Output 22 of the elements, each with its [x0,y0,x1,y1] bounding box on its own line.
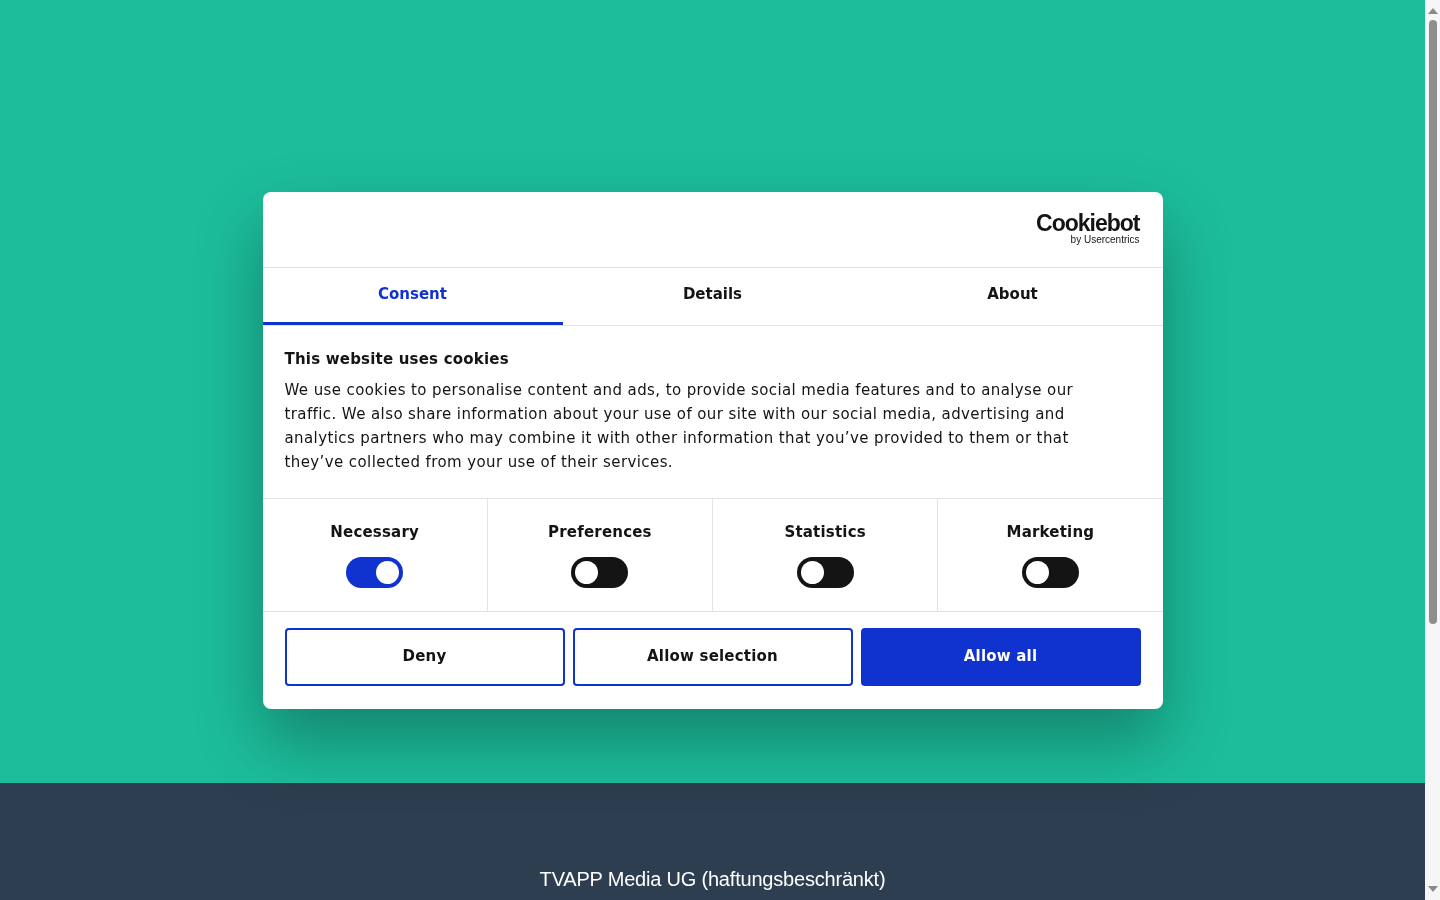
category-label: Statistics [784,521,866,543]
scroll-up-icon[interactable] [1427,8,1438,14]
toggle-switch[interactable] [346,556,404,588]
consent-description: We use cookies to personalise content and ads, to provide social media features and to analyse our traffic. We also share information about your use of our site with our social media, advertising and analytics partners who may combine it with other information that you’ve provided to them or that they’ve collected from your use of their services. [284,379,1075,473]
toggle-switch[interactable] [796,556,854,588]
outline-button[interactable]: Deny [284,627,565,686]
tab[interactable]: About [862,267,1163,325]
logo-byline: by Usercentrics [1070,234,1140,246]
tab[interactable]: Consent [262,267,563,325]
consent-heading: This website uses cookies [284,348,510,370]
outline-button[interactable]: Allow selection [572,627,853,686]
scrollbar-thumb[interactable] [1428,20,1437,624]
toggle-switch[interactable] [571,556,629,588]
category-label: Preferences [548,521,652,543]
primary-button[interactable]: Allow all [860,627,1141,686]
tab[interactable]: Details [562,267,863,325]
scroll-down-icon[interactable] [1427,886,1438,892]
logo-wordmark: Cookiebot [1036,212,1140,234]
category-label: Marketing [1006,521,1095,543]
toggle-switch[interactable] [1021,556,1079,588]
category-label: Necessary [330,521,419,543]
company-name: TVAPP Media UG (haftungsbeschränkt) [539,868,886,890]
